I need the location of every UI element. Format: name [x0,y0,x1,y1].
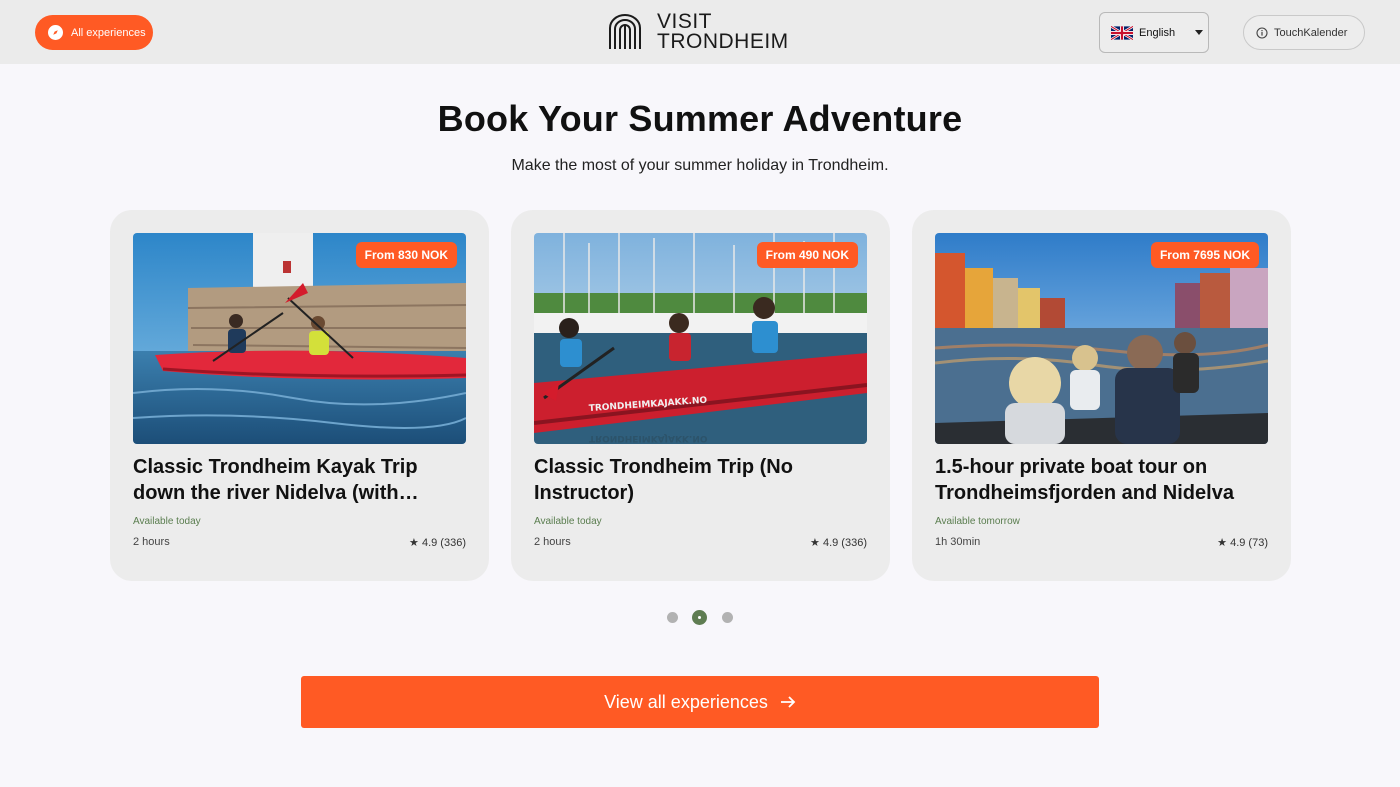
all-experiences-label: All experiences [71,26,146,39]
duration-text: 2 hours [133,536,170,548]
carousel-dot-2-active[interactable] [692,610,707,625]
touchkalender-button[interactable]: TouchKalender [1243,15,1365,50]
price-badge: From 490 NOK [756,242,858,268]
arrow-right-icon [780,696,796,708]
view-all-label: View all experiences [604,691,768,712]
price-badge: From 7695 NOK [1150,242,1259,268]
logo-mark-icon [609,14,641,49]
availability-text: Available today [534,516,602,527]
experience-title: Classic Trondheim Trip (No Instructor) [534,456,793,504]
carousel-dot-1[interactable] [667,612,678,623]
duration-text: 2 hours [534,536,571,548]
duration-text: 1h 30min [935,536,981,548]
visit-trondheim-logo[interactable]: VISIT TRONDHEIM [607,10,789,53]
logo-line-2: TRONDHEIM [657,30,789,53]
rating-text: ★ 4.9 (336) [810,537,867,549]
price-badge: From 830 NOK [355,242,457,268]
uk-flag-icon [1111,25,1133,40]
carousel-dot-3[interactable] [722,612,733,623]
all-experiences-button[interactable]: All experiences [35,15,153,50]
touchkalender-label: TouchKalender [1274,26,1348,39]
availability-text: Available today [133,516,201,527]
language-label: English [1139,26,1176,39]
view-all-experiences-button[interactable]: View all experiences [301,676,1099,728]
page-subtitle: Make the most of your summer holiday in … [511,157,889,174]
compass-icon [48,25,63,40]
experience-title: 1.5-hour private boat tour on Trondheims… [935,456,1234,504]
rating-text: ★ 4.9 (73) [1217,537,1268,549]
availability-text: Available tomorrow [935,516,1020,527]
experience-title: Classic Trondheim Kayak Trip down the ri… [133,456,418,504]
page-title: Book Your Summer Adventure [437,98,963,139]
svg-text:TRONDHEIMKAJAKK.NO: TRONDHEIMKAJAKK.NO [589,433,708,443]
chevron-down-icon [1195,30,1204,35]
boat-tour-photo: From 7695 NOK [935,233,1268,444]
experience-card-boat-tour[interactable]: From 7695 NOK 1.5-hour private boat tour… [912,210,1291,581]
kayak-lighthouse-photo: From 830 NOK [133,233,466,444]
language-selector[interactable]: English [1099,12,1209,53]
experience-card-kayak-instructor[interactable]: From 830 NOK Classic Trondheim Kayak Tri… [110,210,489,581]
rating-text: ★ 4.9 (336) [409,537,466,549]
experience-card-no-instructor[interactable]: TRONDHEIMKAJAKK.NO TRONDHEIMKAJAKK.NO Fr… [511,210,890,581]
top-bar: All experiences VISIT TRONDHEIM English [0,0,1400,64]
logo-line-1: VISIT [657,10,713,33]
info-icon [1256,26,1268,39]
kayak-marina-photo: TRONDHEIMKAJAKK.NO TRONDHEIMKAJAKK.NO Fr… [534,233,867,444]
